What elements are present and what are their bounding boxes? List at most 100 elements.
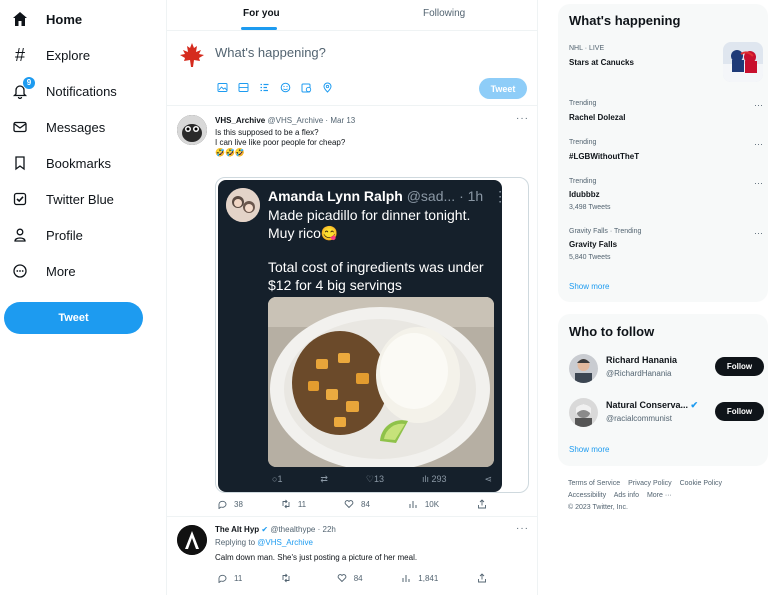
tweet-author-name[interactable]: VHS_Archive — [215, 116, 265, 125]
trend-name: Rachel Dolezal — [569, 113, 626, 122]
nav-profile[interactable]: Profile — [8, 221, 83, 249]
tweet-author-handle[interactable]: @thealthype — [270, 525, 315, 534]
tweet-actions: 11 84 1,841 — [217, 573, 487, 583]
gif-icon[interactable] — [238, 82, 249, 93]
composer-tweet-button[interactable]: Tweet — [479, 78, 527, 99]
tweet-text-line: 🤣🤣🤣 — [215, 148, 245, 157]
views-button[interactable]: 1,841 — [401, 573, 438, 583]
nav-notifications[interactable]: 9 Notifications — [8, 77, 117, 105]
like-count: 84 — [353, 573, 363, 583]
nav-twitter-blue[interactable]: Twitter Blue — [8, 185, 114, 213]
emoji-icon[interactable] — [280, 82, 291, 93]
nav-explore-label: Explore — [46, 47, 91, 63]
retweet-count: 11 — [297, 499, 307, 509]
tweet-time[interactable]: Mar 13 — [330, 116, 355, 125]
like-button[interactable]: 84 — [344, 499, 370, 509]
nav-bookmarks[interactable]: Bookmarks — [8, 149, 111, 177]
follow-button[interactable]: Follow — [715, 357, 764, 376]
trend-meta: Trending — [569, 100, 597, 107]
trend-name: #LGBWithoutTheT — [569, 152, 640, 161]
schedule-icon[interactable] — [301, 82, 312, 93]
replying-to-link[interactable]: @VHS_Archive — [257, 538, 313, 547]
composer-input[interactable]: What's happening? — [215, 45, 326, 60]
footer-link[interactable]: Accessibility — [568, 492, 606, 499]
verified-badge-icon: ✔ — [690, 400, 699, 410]
retweet-button[interactable]: 11 — [281, 499, 306, 509]
hashtag-icon: # — [14, 44, 25, 65]
tweet-time[interactable]: 22h — [323, 525, 336, 534]
tweet-more-icon[interactable]: ··· — [516, 523, 529, 534]
poll-icon[interactable] — [259, 82, 270, 93]
timeline-tabs: For you Following — [167, 0, 537, 31]
embedded-reply-count: ○1 — [272, 474, 283, 484]
replying-to: Replying to @VHS_Archive — [215, 538, 313, 547]
footer-link[interactable]: Ads info — [614, 492, 639, 499]
maple-leaf-avatar[interactable] — [177, 40, 207, 70]
active-tab-indicator — [241, 27, 277, 30]
footer-link[interactable]: Terms of Service — [568, 480, 620, 487]
share-icon — [478, 499, 486, 509]
separator-dot: · — [459, 188, 464, 204]
tweet-author-name[interactable]: The Alt Hyp — [215, 525, 259, 534]
footer-link[interactable]: Privacy Policy — [628, 480, 672, 487]
tweet-media[interactable]: Amanda Lynn Ralph @sad... · 1h ⋮ Made pi… — [215, 177, 529, 493]
trend-name: Stars at Canucks — [569, 58, 634, 67]
embedded-tweet-screenshot: Amanda Lynn Ralph @sad... · 1h ⋮ Made pi… — [218, 180, 502, 492]
show-more-link[interactable]: Show more — [569, 445, 609, 454]
embedded-author-handle: @sad... — [406, 188, 456, 204]
trend-more-icon[interactable]: ··· — [754, 100, 763, 110]
nav-more[interactable]: More — [8, 257, 76, 285]
retweet-button[interactable] — [281, 573, 298, 583]
alt-hyp-avatar[interactable] — [177, 525, 207, 555]
nav-tweet-button[interactable]: Tweet — [4, 302, 143, 334]
show-more-link[interactable]: Show more — [569, 282, 609, 291]
tweet-header: The Alt Hyp ✔ @thealthype · 22h — [215, 525, 336, 534]
share-button[interactable] — [477, 499, 487, 509]
share-button[interactable] — [477, 573, 487, 583]
location-icon[interactable] — [322, 82, 333, 93]
tweet-author-handle[interactable]: @VHS_Archive — [267, 116, 323, 125]
like-button[interactable]: 84 — [337, 573, 363, 583]
nav-home-label: Home — [46, 11, 83, 27]
follow-button[interactable]: Follow — [715, 402, 764, 421]
tweet-text-line: I can live like poor people for cheap? — [215, 138, 346, 147]
analytics-icon — [409, 501, 417, 508]
embedded-actions: ○1 ⇄ ♡13 ılı 293 ⋖ — [272, 474, 492, 485]
tab-for-you[interactable]: For you — [243, 8, 280, 19]
trend-more-icon[interactable]: ··· — [754, 228, 763, 238]
whats-happening-title: What's happening — [569, 13, 681, 28]
embedded-more-icon: ⋮ — [493, 188, 502, 204]
person-icon — [10, 225, 30, 245]
tweet[interactable]: VHS_Archive @VHS_Archive · Mar 13 ··· Is… — [167, 107, 537, 517]
reply-button[interactable]: 11 — [217, 573, 242, 583]
vhs-archive-avatar[interactable] — [177, 115, 207, 145]
trend-meta: NHL · LIVE — [569, 45, 605, 52]
reply-count: 38 — [234, 499, 243, 509]
views-button[interactable]: 10K — [408, 499, 439, 509]
trend-count: 5,840 Tweets — [569, 254, 611, 261]
who-to-follow-panel: Who to follow Richard Hanania @RichardHa… — [558, 314, 768, 466]
reply-count: 11 — [234, 573, 243, 583]
nav-profile-label: Profile — [46, 227, 83, 243]
notification-badge: 9 — [23, 77, 35, 89]
footer-link[interactable]: More ··· — [647, 492, 672, 499]
trend-more-icon[interactable]: ··· — [754, 139, 763, 149]
image-icon[interactable] — [217, 82, 228, 93]
nav-messages[interactable]: Messages — [8, 113, 105, 141]
embedded-view-count: ılı 293 — [421, 474, 447, 484]
composer-toolbar — [217, 82, 333, 93]
heart-icon — [337, 574, 347, 583]
nav-notifications-label: Notifications — [46, 83, 117, 99]
footer-link[interactable]: Cookie Policy — [680, 480, 722, 487]
nav-home[interactable]: Home — [8, 5, 82, 33]
tweet[interactable]: The Alt Hyp ✔ @thealthype · 22h ··· Repl… — [167, 518, 537, 595]
account-avatar[interactable] — [569, 398, 598, 427]
nav-explore[interactable]: # Explore — [8, 41, 90, 69]
trend-more-icon[interactable]: ··· — [754, 178, 763, 188]
tweet-more-icon[interactable]: ··· — [516, 113, 529, 124]
like-count: 84 — [361, 499, 370, 509]
embedded-retweet-icon: ⇄ — [320, 474, 328, 484]
reply-button[interactable]: 38 — [217, 499, 243, 509]
tab-following[interactable]: Following — [423, 8, 465, 19]
account-avatar[interactable] — [569, 354, 598, 383]
